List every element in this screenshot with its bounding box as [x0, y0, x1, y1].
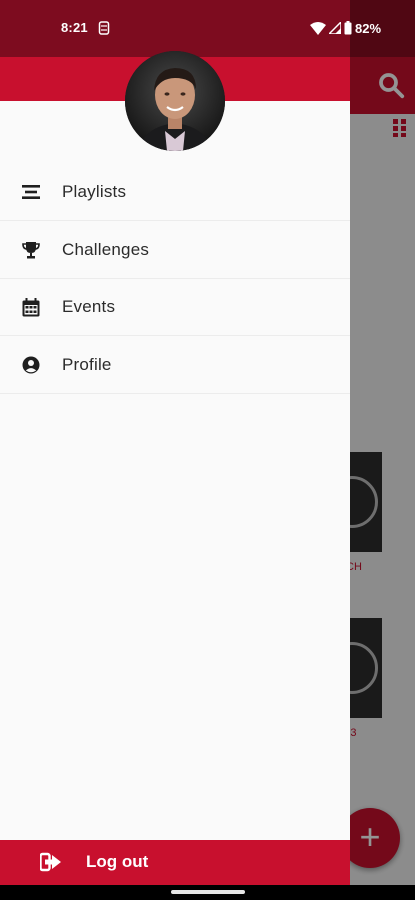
status-bar: 8:21 [0, 0, 350, 57]
status-time: 8:21 [61, 20, 88, 35]
wifi-icon [310, 21, 326, 35]
menu-item-playlists[interactable]: Playlists [0, 164, 350, 221]
profile-photo [125, 51, 225, 151]
menu-item-challenges[interactable]: Challenges [0, 222, 350, 279]
battery-icon [344, 21, 352, 35]
notification-app-icon [98, 21, 110, 35]
playlist-icon [21, 182, 41, 202]
menu-item-label: Events [62, 297, 116, 316]
calendar-icon [21, 297, 41, 317]
menu-item-label: Playlists [62, 182, 127, 201]
logout-label: Log out [86, 852, 149, 871]
home-gesture-handle[interactable] [171, 890, 245, 894]
menu-item-events[interactable]: Events [0, 279, 350, 336]
logout-icon [40, 852, 61, 872]
battery-percentage: 82% [355, 20, 382, 36]
avatar[interactable] [125, 51, 225, 151]
navigation-drawer: Playlists Challenges Events Profile [0, 51, 350, 885]
menu-item-profile[interactable]: Profile [0, 337, 350, 394]
menu-item-label: Profile [62, 355, 112, 374]
navigation-bar [0, 885, 415, 900]
status-indicators: 82% [310, 20, 410, 36]
logout-button[interactable]: Log out [0, 840, 350, 885]
trophy-icon [21, 240, 41, 260]
menu-item-label: Challenges [62, 240, 150, 259]
account-circle-icon [21, 355, 41, 375]
cellular-signal-icon [329, 22, 341, 34]
